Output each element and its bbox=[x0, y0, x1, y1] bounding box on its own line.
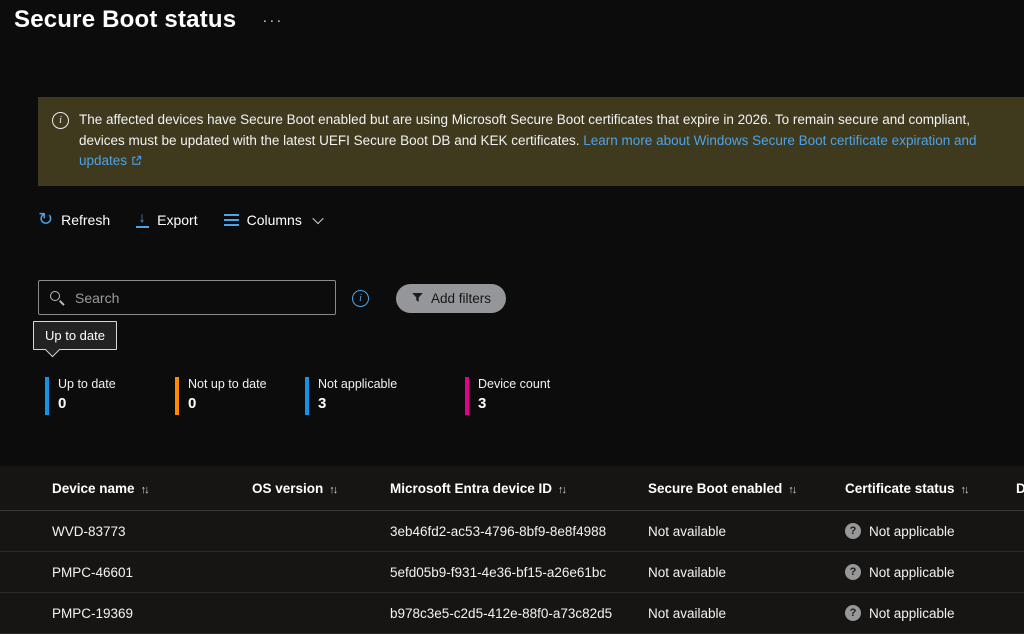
stat-label: Up to date bbox=[58, 377, 116, 391]
stat-device-count: Device count 3 bbox=[465, 377, 550, 415]
toolbar: Refresh Export Columns bbox=[38, 212, 322, 228]
certificate-status-cell: Not applicable bbox=[845, 564, 1016, 580]
question-icon bbox=[845, 605, 861, 621]
banner-message-line1: The affected devices have Secure Boot en… bbox=[79, 110, 977, 131]
refresh-icon bbox=[38, 212, 53, 228]
device-name-cell[interactable]: WVD-83773 bbox=[52, 524, 252, 539]
chevron-down-icon bbox=[312, 213, 323, 224]
export-label: Export bbox=[157, 212, 197, 228]
column-header-label: Certificate status bbox=[845, 481, 955, 496]
search-box[interactable] bbox=[38, 280, 336, 315]
info-banner: The affected devices have Secure Boot en… bbox=[38, 97, 1024, 186]
page-header: Secure Boot status ··· bbox=[14, 6, 283, 34]
add-filters-button[interactable]: Add filters bbox=[396, 284, 506, 313]
stat-value: 0 bbox=[58, 395, 116, 412]
stat-value: 3 bbox=[478, 395, 550, 412]
external-link-icon bbox=[131, 152, 142, 173]
page-title: Secure Boot status bbox=[14, 6, 236, 34]
column-header-device-name[interactable]: Device name bbox=[52, 481, 252, 496]
search-info-icon[interactable] bbox=[352, 290, 369, 307]
certificate-status-text: Not applicable bbox=[869, 606, 955, 621]
banner-link-text-line1[interactable]: Learn more about Windows Secure Boot cer… bbox=[583, 133, 976, 148]
question-icon bbox=[845, 564, 861, 580]
column-header-os-version[interactable]: OS version bbox=[252, 481, 390, 496]
column-header-label: Microsoft Entra device ID bbox=[390, 481, 552, 496]
sort-icon[interactable] bbox=[788, 481, 795, 496]
secure-boot-status-page: Secure Boot status ··· The affected devi… bbox=[0, 0, 1024, 633]
add-filters-label: Add filters bbox=[431, 291, 491, 306]
column-header-certificate-status[interactable]: Certificate status bbox=[845, 481, 1016, 496]
stat-label: Not applicable bbox=[318, 377, 397, 391]
refresh-button[interactable]: Refresh bbox=[38, 212, 110, 228]
columns-button[interactable]: Columns bbox=[224, 212, 322, 228]
secure-boot-enabled-cell: Not available bbox=[648, 565, 845, 580]
entra-device-id-cell: 5efd05b9-f931-4e36-bf15-a26e61bc bbox=[390, 565, 648, 580]
info-icon bbox=[52, 112, 69, 129]
column-header-secure-boot-enabled[interactable]: Secure Boot enabled bbox=[648, 481, 845, 496]
search-icon bbox=[49, 290, 64, 305]
banner-link-text-line2[interactable]: updates bbox=[79, 153, 127, 168]
secure-boot-enabled-cell: Not available bbox=[648, 524, 845, 539]
stat-value: 3 bbox=[318, 395, 397, 412]
stat-value: 0 bbox=[188, 395, 267, 412]
stat-not-up-to-date: Not up to date 0 bbox=[175, 377, 267, 415]
entra-device-id-cell: b978c3e5-c2d5-412e-88f0-a73c82d5 bbox=[390, 606, 648, 621]
column-header-clipped[interactable]: D bbox=[1016, 481, 1024, 496]
columns-label: Columns bbox=[247, 212, 302, 228]
table-row[interactable]: WVD-83773 3eb46fd2-ac53-4796-8bf9-8e8f49… bbox=[0, 511, 1024, 552]
table-row[interactable]: PMPC-46601 5efd05b9-f931-4e36-bf15-a26e6… bbox=[0, 552, 1024, 593]
banner-message-line3: updates bbox=[79, 151, 977, 173]
certificate-status-cell: Not applicable bbox=[845, 605, 1016, 621]
columns-icon bbox=[224, 214, 239, 226]
stat-label: Not up to date bbox=[188, 377, 267, 391]
banner-text: The affected devices have Secure Boot en… bbox=[79, 110, 977, 173]
sort-icon[interactable] bbox=[141, 481, 148, 496]
search-input[interactable] bbox=[73, 289, 325, 307]
table-row[interactable]: PMPC-19369 b978c3e5-c2d5-412e-88f0-a73c8… bbox=[0, 593, 1024, 634]
secure-boot-enabled-cell: Not available bbox=[648, 606, 845, 621]
table-header-row: Device name OS version Microsoft Entra d… bbox=[0, 466, 1024, 511]
entra-device-id-cell: 3eb46fd2-ac53-4796-8bf9-8e8f4988 bbox=[390, 524, 648, 539]
banner-message-line2-text: devices must be updated with the latest … bbox=[79, 133, 580, 148]
column-header-label: D bbox=[1016, 481, 1024, 496]
export-icon bbox=[136, 212, 149, 228]
export-button[interactable]: Export bbox=[136, 212, 197, 228]
question-icon bbox=[845, 523, 861, 539]
column-header-label: Device name bbox=[52, 481, 135, 496]
more-options-button[interactable]: ··· bbox=[262, 12, 283, 29]
certificate-status-text: Not applicable bbox=[869, 565, 955, 580]
column-header-entra-device-id[interactable]: Microsoft Entra device ID bbox=[390, 481, 648, 496]
certificate-status-text: Not applicable bbox=[869, 524, 955, 539]
sort-icon[interactable] bbox=[961, 481, 968, 496]
device-name-cell[interactable]: PMPC-46601 bbox=[52, 565, 252, 580]
certificate-status-cell: Not applicable bbox=[845, 523, 1016, 539]
banner-learn-more-link-continued[interactable]: updates bbox=[79, 153, 142, 168]
stat-up-to-date: Up to date 0 bbox=[45, 377, 116, 415]
stat-not-applicable: Not applicable 3 bbox=[305, 377, 397, 415]
sort-icon[interactable] bbox=[329, 481, 336, 496]
column-header-label: OS version bbox=[252, 481, 323, 496]
sort-icon[interactable] bbox=[558, 481, 565, 496]
column-header-label: Secure Boot enabled bbox=[648, 481, 782, 496]
filter-funnel-icon bbox=[411, 291, 424, 307]
banner-learn-more-link[interactable]: Learn more about Windows Secure Boot cer… bbox=[583, 133, 976, 148]
tooltip-up-to-date: Up to date bbox=[33, 321, 117, 350]
devices-table: Device name OS version Microsoft Entra d… bbox=[0, 466, 1024, 633]
device-name-cell[interactable]: PMPC-19369 bbox=[52, 606, 252, 621]
banner-message-line2: devices must be updated with the latest … bbox=[79, 131, 977, 152]
stat-label: Device count bbox=[478, 377, 550, 391]
refresh-label: Refresh bbox=[61, 212, 110, 228]
